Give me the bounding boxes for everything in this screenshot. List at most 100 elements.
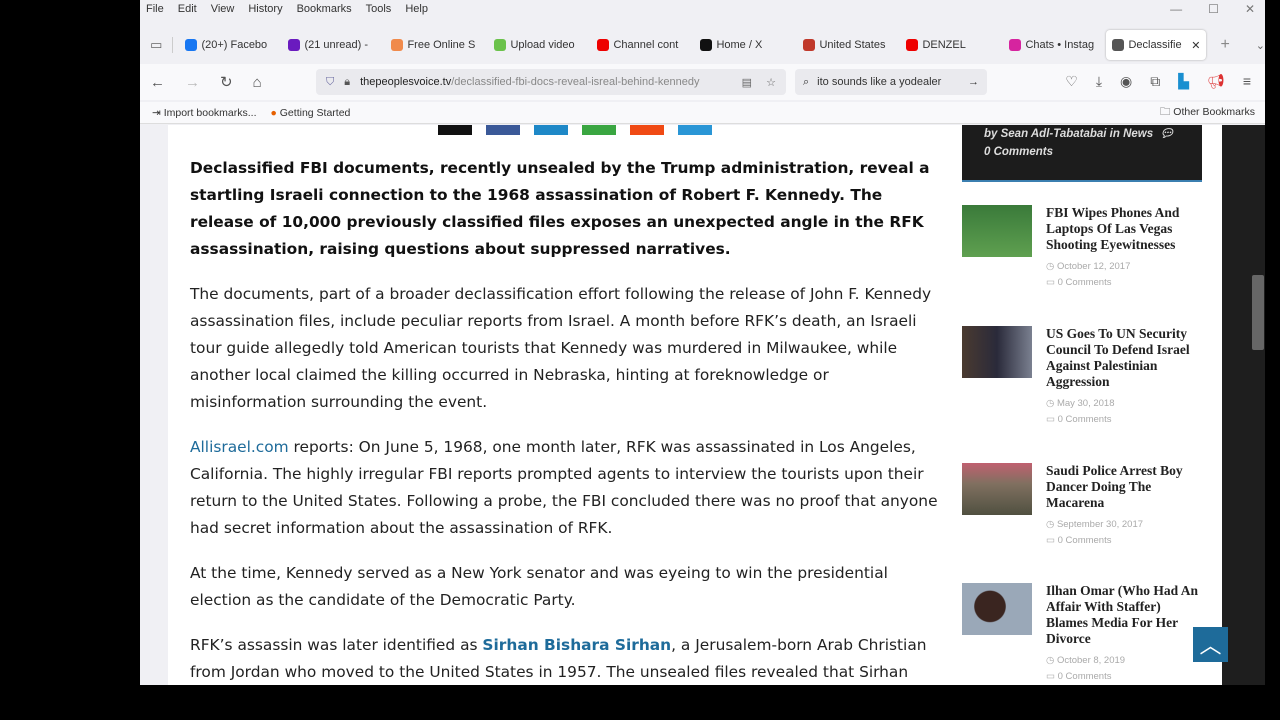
close-tab-icon[interactable]: ✕ xyxy=(1191,39,1200,52)
tab-favicon-icon xyxy=(1112,39,1125,51)
app-menu-icon[interactable]: ≡ xyxy=(1243,73,1251,90)
share-facebook-button[interactable] xyxy=(486,125,520,135)
extension-badge-icon[interactable]: ▙ xyxy=(1178,73,1189,90)
reader-view-icon[interactable]: ▤ xyxy=(735,75,752,89)
other-bookmarks[interactable]: 🗀︎ Other Bookmarks xyxy=(1160,104,1255,122)
tab-list-chevron-icon[interactable]: ⌄ xyxy=(1256,39,1265,52)
close-window-button[interactable]: ✕ xyxy=(1245,2,1255,16)
article-paragraph: Allisrael.com reports: On June 5, 1968, … xyxy=(190,434,945,542)
comments-count[interactable]: 0 Comments xyxy=(984,146,1053,158)
tab[interactable]: (21 unread) - xyxy=(282,30,382,60)
post-comments[interactable]: ▭ 0 Comments xyxy=(1046,412,1202,428)
sidebar-post[interactable]: US Goes To UN Security Council To Defend… xyxy=(962,326,1202,428)
maximize-button[interactable]: ☐ xyxy=(1208,2,1219,16)
extensions-icon[interactable]: ⧉ xyxy=(1150,73,1160,90)
share-whatsapp-button[interactable] xyxy=(582,125,616,135)
tab-favicon-icon xyxy=(597,39,610,51)
home-button[interactable]: ⌂ xyxy=(253,74,262,91)
tab-strip: ▭ (20+) Facebo (21 unread) - Free Online S… xyxy=(140,28,1265,62)
forward-button[interactable]: → xyxy=(185,74,200,91)
shield-icon[interactable]: ⛉ xyxy=(326,76,334,89)
search-bar[interactable]: ⌕ ito sounds like a yodealer → xyxy=(795,69,987,95)
window-controls: — ☐ ✕ xyxy=(1170,2,1255,16)
post-thumbnail[interactable] xyxy=(962,463,1032,515)
sidebar-post[interactable]: Ilhan Omar (Who Had An Affair With Staff… xyxy=(962,583,1202,685)
menu-history[interactable]: History xyxy=(248,3,282,17)
post-thumbnail[interactable] xyxy=(962,583,1032,635)
import-bookmarks[interactable]: ⇥ Import bookmarks... xyxy=(152,107,257,119)
tab[interactable]: (20+) Facebo xyxy=(179,30,279,60)
article-paragraph: At the time, Kennedy served as a New Yor… xyxy=(190,564,888,609)
tab-label: Declassifie xyxy=(1128,39,1182,51)
allisrael-link[interactable]: Allisrael.com xyxy=(190,438,289,456)
sirhan-link[interactable]: Sirhan Bishara Sirhan xyxy=(482,636,671,654)
back-button[interactable]: ← xyxy=(150,74,165,91)
bookmark-star-icon[interactable]: ☆ xyxy=(766,76,776,89)
tab-favicon-icon xyxy=(494,39,507,51)
tab[interactable]: Home / X xyxy=(694,30,794,60)
menu-edit[interactable]: Edit xyxy=(178,3,197,17)
tab[interactable]: Declassifie ✕ xyxy=(1106,30,1207,60)
megaphone-icon[interactable]: 📢︎ xyxy=(1207,73,1225,90)
pocket-icon[interactable]: ♡ xyxy=(1065,73,1078,90)
post-title[interactable]: Ilhan Omar (Who Had An Affair With Staff… xyxy=(1046,583,1202,647)
getting-started-label: Getting Started xyxy=(279,106,351,119)
tab[interactable]: Free Online S xyxy=(385,30,485,60)
tab[interactable]: Upload video xyxy=(488,30,588,60)
menu-file[interactable]: File xyxy=(146,3,164,17)
tab-favicon-icon xyxy=(288,39,301,51)
tab-label: (20+) Facebo xyxy=(201,39,268,51)
share-x-button[interactable] xyxy=(438,125,472,135)
post-thumbnail[interactable] xyxy=(962,326,1032,378)
share-telegram-button[interactable] xyxy=(678,125,712,135)
comments-text: 0 Comments xyxy=(1057,414,1112,425)
article-paragraph: RFK’s assassin was later identified as S… xyxy=(190,632,945,685)
menu-view[interactable]: View xyxy=(211,3,235,17)
date-text: September 30, 2017 xyxy=(1056,519,1144,530)
article-lead: Declassified FBI documents, recently uns… xyxy=(190,159,930,258)
comment-icon: 💬︎ xyxy=(1159,128,1175,140)
menu-help[interactable]: Help xyxy=(405,3,428,17)
sidebar-post[interactable]: FBI Wipes Phones And Laptops Of Las Vega… xyxy=(962,205,1202,291)
toolbar-icons: ♡ ⤓ ◉ ⧉ ▙ 📢︎ ≡ xyxy=(1065,73,1251,90)
minimize-button[interactable]: — xyxy=(1170,2,1182,16)
share-linkedin-button[interactable] xyxy=(534,125,568,135)
post-comments[interactable]: ▭ 0 Comments xyxy=(1046,275,1202,291)
post-comments[interactable]: ▭ 0 Comments xyxy=(1046,533,1202,549)
firefox-icon: ● xyxy=(270,106,277,119)
article-body: Declassified FBI documents, recently uns… xyxy=(190,155,945,685)
scrollbar-track[interactable] xyxy=(1222,125,1265,685)
tab[interactable]: DENZEL xyxy=(900,30,1000,60)
lock-icon[interactable]: 🔒︎ xyxy=(344,76,350,89)
scrollbar-thumb[interactable] xyxy=(1252,275,1264,350)
post-title[interactable]: FBI Wipes Phones And Laptops Of Las Vega… xyxy=(1046,205,1202,253)
menu-tools[interactable]: Tools xyxy=(366,3,392,17)
url-path: /declassified-fbi-docs-reveal-isreal-beh… xyxy=(451,76,700,88)
url-bar[interactable]: ⛉ 🔒︎ thepeoplesvoice.tv/declassified-fbi… xyxy=(316,69,786,95)
search-icon: ⌕ xyxy=(803,75,810,88)
date-text: May 30, 2018 xyxy=(1056,398,1115,409)
go-arrow-icon[interactable]: → xyxy=(968,76,979,88)
tab[interactable]: Chats • Instag xyxy=(1003,30,1103,60)
sidebar-post[interactable]: Saudi Police Arrest Boy Dancer Doing The… xyxy=(962,463,1202,549)
browser-window: File Edit View History Bookmarks Tools H… xyxy=(140,0,1265,685)
tab-overview-icon[interactable]: ▭ xyxy=(140,37,174,53)
download-icon[interactable]: ⤓ xyxy=(1096,73,1102,90)
featured-post-meta: by Sean Adl-Tabatabai in News 💬︎ 0 Comme… xyxy=(962,125,1202,182)
share-reddit-button[interactable] xyxy=(630,125,664,135)
menu-bookmarks[interactable]: Bookmarks xyxy=(297,3,352,17)
account-icon[interactable]: ◉ xyxy=(1120,73,1132,90)
search-input[interactable]: ito sounds like a yodealer xyxy=(817,76,960,88)
reload-button[interactable]: ↻ xyxy=(220,73,233,91)
post-thumbnail[interactable] xyxy=(962,205,1032,257)
post-title[interactable]: US Goes To UN Security Council To Defend… xyxy=(1046,326,1202,390)
getting-started-bookmark[interactable]: ● Getting Started xyxy=(271,107,351,119)
tab[interactable]: Channel cont xyxy=(591,30,691,60)
post-title[interactable]: Saudi Police Arrest Boy Dancer Doing The… xyxy=(1046,463,1202,511)
tab[interactable]: United States xyxy=(797,30,897,60)
post-comments[interactable]: ▭ 0 Comments xyxy=(1046,669,1202,685)
author-line[interactable]: by Sean Adl-Tabatabai in News xyxy=(984,128,1153,140)
new-tab-button[interactable]: + xyxy=(1220,36,1229,54)
scroll-to-top-button[interactable]: ︿ xyxy=(1193,627,1228,662)
tab-favicon-icon xyxy=(185,39,198,51)
